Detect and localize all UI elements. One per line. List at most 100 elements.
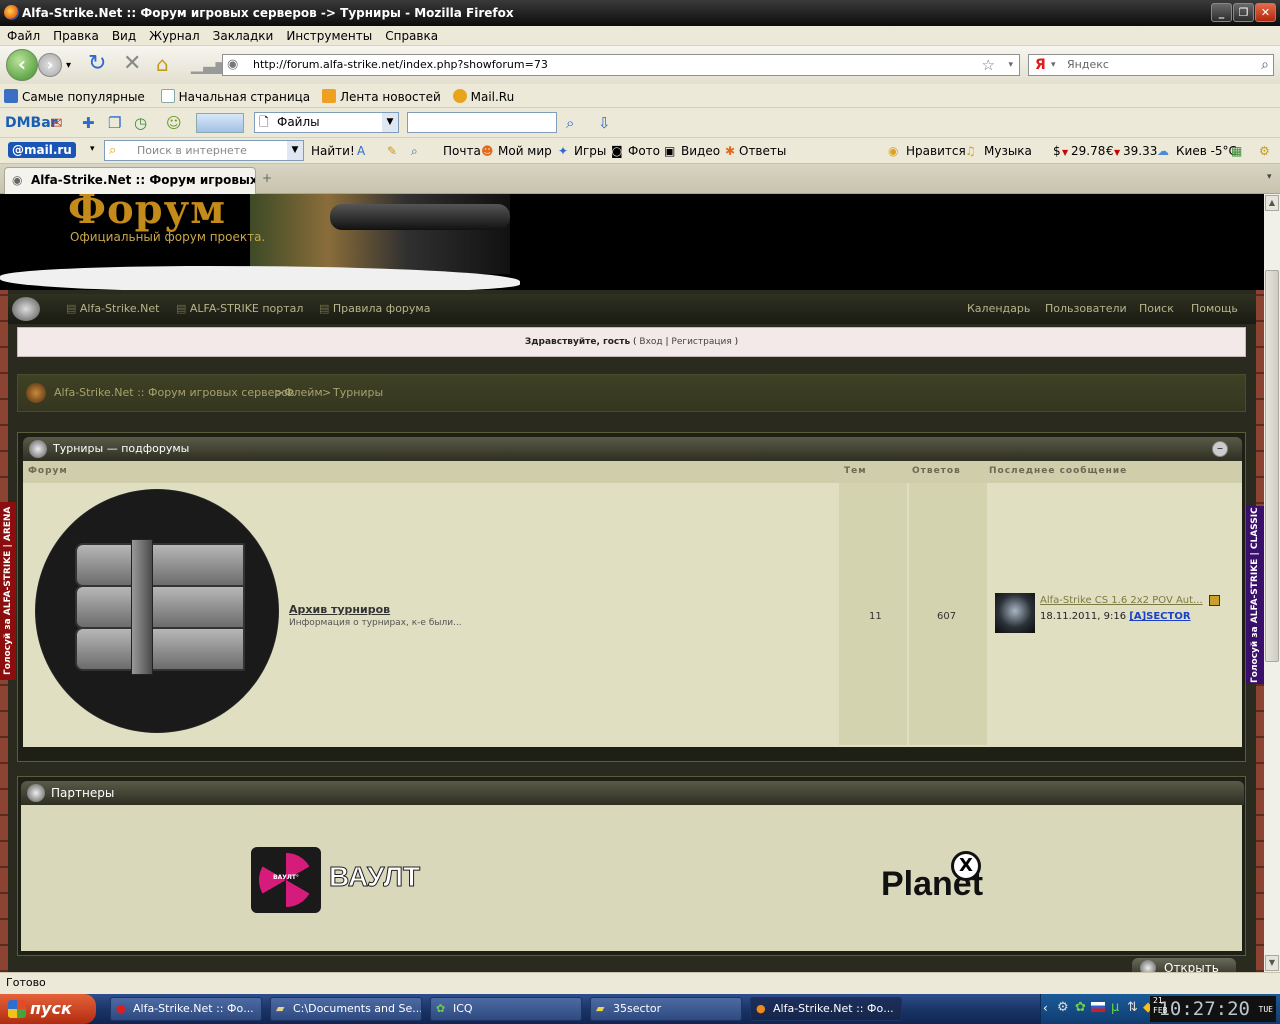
menu-history[interactable]: Журнал	[142, 26, 206, 43]
vertical-scrollbar[interactable]: ▲ ▼	[1264, 194, 1280, 972]
search-engine-dropdown-icon[interactable]: ▾	[1051, 55, 1056, 75]
start-button[interactable]: пуск	[0, 994, 96, 1024]
taskbar-item-opera[interactable]: ● Alfa-Strike.Net :: Фо...	[110, 997, 262, 1021]
breadcrumb-flame[interactable]: Флейм	[284, 386, 323, 399]
mailbar-answers-link[interactable]: Ответы	[739, 144, 786, 158]
archive-books-icon[interactable]	[35, 489, 279, 733]
menu-tools[interactable]: Инструменты	[279, 26, 378, 43]
taskbar-item-icq[interactable]: ✿ ICQ	[430, 997, 582, 1021]
download-icon[interactable]: ⇩	[598, 114, 611, 132]
topnav-users-link[interactable]: Пользователи	[1045, 302, 1127, 315]
close-button[interactable]: ✕	[1255, 3, 1276, 22]
vault-logo[interactable]: ВАУЛТ°	[251, 847, 321, 913]
windows-icon[interactable]: ❐	[108, 114, 121, 132]
clock[interactable]: 21 FEB 10:27:20 TUE	[1150, 996, 1276, 1022]
last-post-avatar[interactable]	[995, 593, 1035, 633]
settings-gear-icon[interactable]: ⚙	[1259, 144, 1270, 158]
last-post-title-link[interactable]: Alfa-Strike CS 1.6 2x2 POV Aut...	[1040, 595, 1206, 606]
taskbar-item-folder[interactable]: ▰ C:\Documents and Se...	[270, 997, 422, 1021]
taskbar-item-firefox[interactable]: ● Alfa-Strike.Net :: Фо...	[750, 997, 902, 1021]
mailru-search-button[interactable]: Найти!	[311, 144, 355, 158]
mailru-menu-icon[interactable]: ▾	[90, 144, 95, 154]
yandex-icon[interactable]: Я	[1035, 55, 1046, 75]
mailru-logo[interactable]: @mail.ru	[8, 142, 76, 158]
register-link[interactable]: Регистрация	[671, 337, 731, 347]
chevron-down-icon[interactable]: ▼	[287, 141, 303, 160]
utorrent-icon[interactable]: µ	[1111, 1000, 1119, 1015]
last-post-arrow-icon[interactable]	[1209, 595, 1220, 606]
url-input[interactable]: ◉ http://forum.alfa-strike.net/index.php…	[222, 54, 1020, 76]
vault-text[interactable]: ВАУЛТ	[328, 861, 420, 893]
menu-edit[interactable]: Правка	[46, 26, 105, 43]
topnav-portal-link[interactable]: ▤ ALFA-STRIKE портал	[176, 302, 303, 315]
menu-view[interactable]: Вид	[105, 26, 142, 43]
scroll-down-arrow-icon[interactable]: ▼	[1265, 955, 1279, 971]
vote-arena-tab[interactable]: Голосуй за ALFA-STRIKE | ARENA	[0, 502, 16, 680]
last-post-author-link[interactable]: [A]SECTOR	[1129, 611, 1190, 622]
clock-icon[interactable]: ◷	[134, 114, 147, 132]
breadcrumb-tournaments[interactable]: Турниры	[333, 386, 383, 399]
history-dropdown-icon[interactable]: ▾	[66, 56, 71, 76]
font-size-icon[interactable]: A	[357, 144, 365, 158]
highlight-icon[interactable]: ✎	[387, 144, 397, 158]
scroll-thumb[interactable]	[1265, 270, 1279, 662]
mailbar-photo-link[interactable]: Фото	[628, 144, 660, 158]
mailbar-mail-link[interactable]: Почта	[443, 144, 481, 158]
scroll-up-arrow-icon[interactable]: ▲	[1265, 195, 1279, 211]
menu-help[interactable]: Справка	[378, 26, 444, 43]
forum-name-link[interactable]: Архив турниров	[289, 603, 390, 616]
reload-icon[interactable]: ↻	[88, 53, 106, 75]
bookmark-most-visited[interactable]: Самые популярные	[0, 89, 145, 104]
search-icon[interactable]: ⌕	[1261, 55, 1269, 75]
forward-button[interactable]: ›	[38, 53, 62, 77]
weather-text[interactable]: Киев -5°C	[1176, 144, 1237, 158]
mailru-search-input[interactable]: ⌕ Поиск в интернете ▼	[104, 140, 304, 161]
maximize-button[interactable]: ❐	[1233, 3, 1254, 22]
menu-file[interactable]: Файл	[0, 26, 46, 43]
url-dropdown-icon[interactable]: ▾	[1008, 55, 1013, 75]
files-select[interactable]: 🗋 Файлы ▼	[254, 112, 399, 133]
chevron-down-icon[interactable]: ▼	[382, 113, 398, 132]
tab-list-icon[interactable]: ▾	[1267, 172, 1272, 182]
site-identity-icon[interactable]: ◉	[227, 55, 238, 75]
stop-icon[interactable]: ✕	[123, 53, 141, 75]
dmbar-search-input[interactable]	[407, 112, 557, 133]
bookmark-news-feed[interactable]: Лента новостей	[318, 89, 441, 104]
site-logo[interactable]: Форум	[68, 194, 226, 233]
star-bookmark-icon[interactable]: ☆	[982, 55, 995, 75]
dmbar-slider[interactable]	[196, 113, 244, 133]
bookmark-start-page[interactable]: Начальная страница	[157, 89, 310, 104]
add-icon[interactable]: ✚	[82, 114, 95, 132]
bookmark-mailru[interactable]: Mail.Ru	[449, 89, 514, 104]
open-panel-button[interactable]: Открыть	[1132, 958, 1236, 972]
dmbar-chat-icon[interactable]: ✉	[50, 114, 63, 132]
breadcrumb-forum-root[interactable]: Alfa-Strike.Net :: Форум игровых серверо…	[54, 386, 295, 399]
back-button[interactable]: ‹	[6, 49, 38, 81]
dmbar-search-icon[interactable]: ⌕	[566, 114, 574, 132]
vote-classic-tab[interactable]: Голосуй за ALFA-STRIKE | CLASSIC	[1246, 506, 1264, 684]
mailbar-myworld-link[interactable]: Мой мир	[498, 144, 552, 158]
grid-icon[interactable]: ▦	[1231, 144, 1242, 158]
topnav-help-link[interactable]: Помощь	[1191, 302, 1238, 315]
home-icon[interactable]: ⌂	[156, 54, 169, 74]
minimize-button[interactable]: _	[1211, 3, 1232, 22]
mailbar-video-link[interactable]: Видео	[681, 144, 720, 158]
topnav-calendar-link[interactable]: Календарь	[967, 302, 1030, 315]
language-ru-icon[interactable]	[1091, 1002, 1105, 1012]
taskbar-item-35sector[interactable]: ▰ 35sector	[590, 997, 742, 1021]
steam-icon[interactable]: ⚙	[1057, 1000, 1069, 1015]
mailbar-music-link[interactable]: Музыка	[984, 144, 1032, 158]
new-tab-icon[interactable]: +	[262, 171, 272, 185]
user-icon[interactable]: ☺	[166, 114, 182, 132]
find-icon[interactable]: ⌕	[411, 144, 418, 159]
tab-active[interactable]: ◉ Alfa-Strike.Net :: Форум игровых се...	[4, 167, 256, 194]
network-icon[interactable]: ⇅	[1127, 1000, 1138, 1015]
mailbar-like-link[interactable]: Нравится	[906, 144, 966, 158]
menu-bookmarks[interactable]: Закладки	[206, 26, 280, 43]
collapse-icon[interactable]: –	[1212, 441, 1228, 457]
icq-tray-icon[interactable]: ✿	[1075, 1000, 1086, 1015]
mailbar-games-link[interactable]: Игры	[574, 144, 606, 158]
topnav-search-link[interactable]: Поиск	[1139, 302, 1174, 315]
login-link[interactable]: Вход	[639, 337, 662, 347]
search-input[interactable]: Я ▾ Яндекс ⌕	[1028, 54, 1274, 76]
